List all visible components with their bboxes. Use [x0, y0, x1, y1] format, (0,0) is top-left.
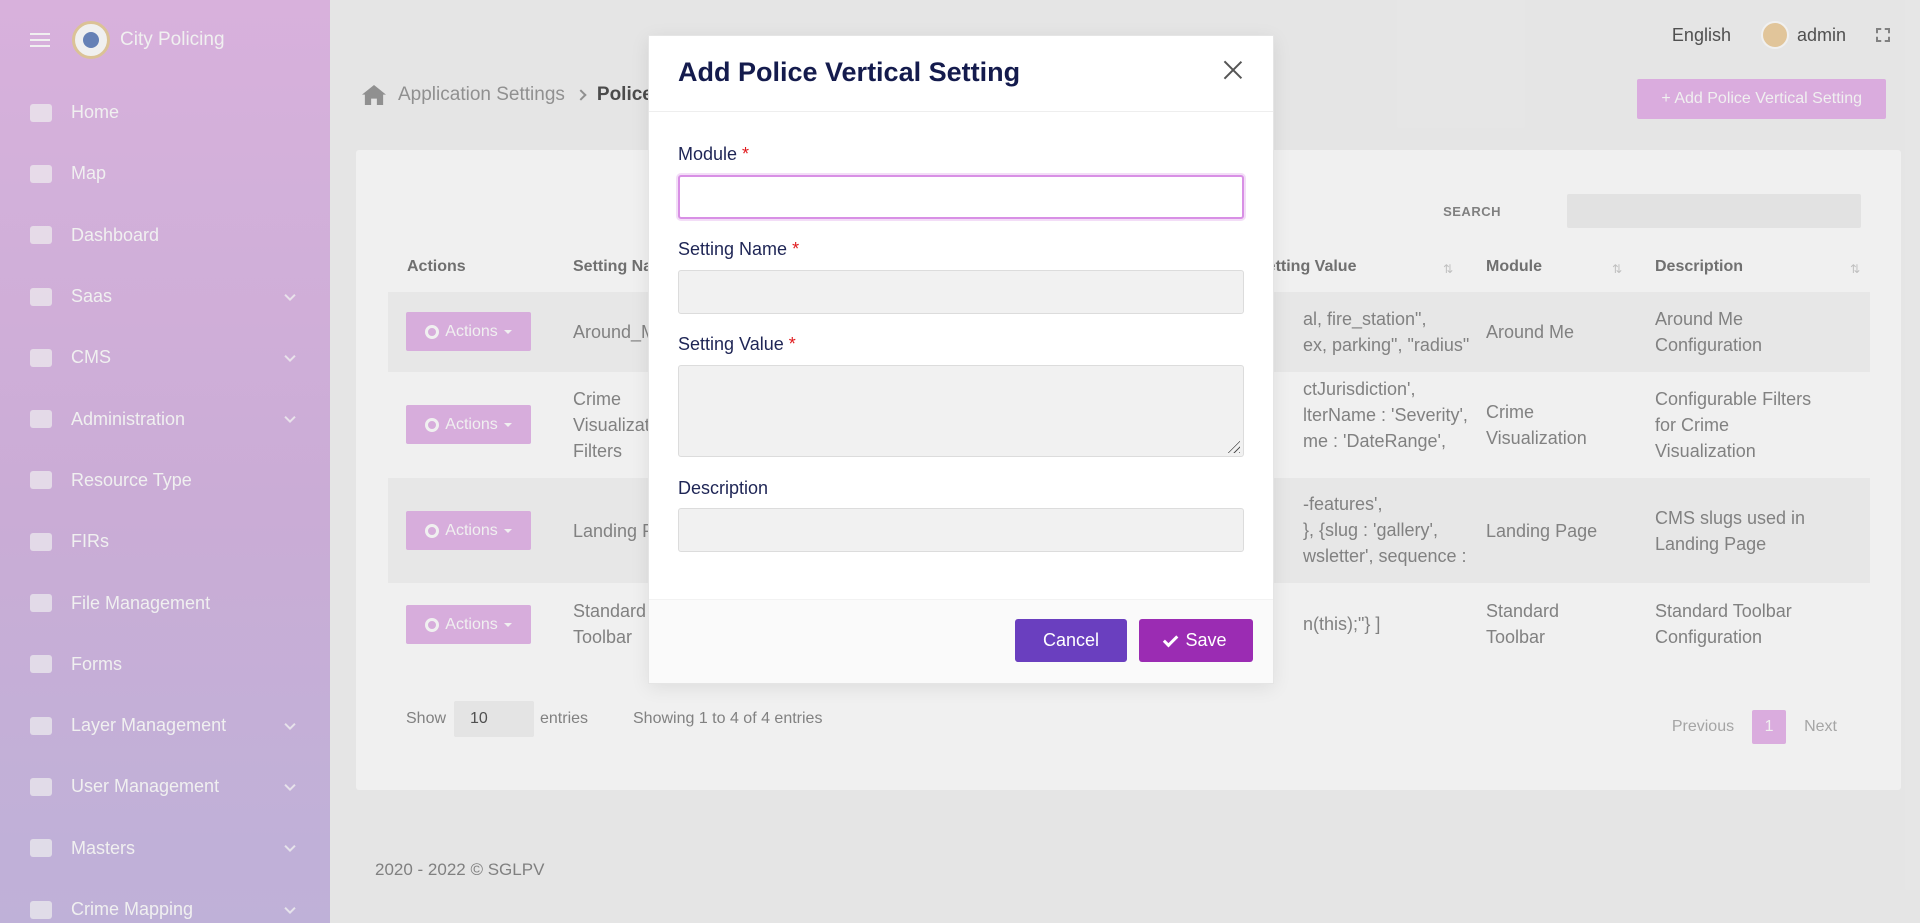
- setting-value-textarea[interactable]: [678, 365, 1244, 457]
- setting-value-label: Setting Value *: [678, 334, 796, 354]
- check-icon: [1163, 631, 1179, 647]
- setting-name-input[interactable]: [678, 270, 1244, 314]
- setting-name-label: Setting Name *: [678, 239, 800, 259]
- close-icon[interactable]: [1223, 60, 1243, 80]
- modal-header: Add Police Vertical Setting: [649, 36, 1273, 112]
- description-label: Description: [678, 478, 769, 498]
- resize-handle-icon[interactable]: [1226, 439, 1240, 453]
- save-label: Save: [1185, 630, 1227, 650]
- save-button[interactable]: Save: [1139, 619, 1253, 662]
- module-label: Module *: [678, 144, 750, 164]
- modal-footer: Cancel Save: [649, 599, 1273, 683]
- cancel-button[interactable]: Cancel: [1015, 619, 1127, 662]
- module-input[interactable]: [678, 175, 1244, 219]
- modal-title: Add Police Vertical Setting: [678, 57, 1021, 87]
- add-setting-modal: Add Police Vertical Setting Module * Sett…: [648, 35, 1274, 684]
- description-input[interactable]: [678, 508, 1244, 552]
